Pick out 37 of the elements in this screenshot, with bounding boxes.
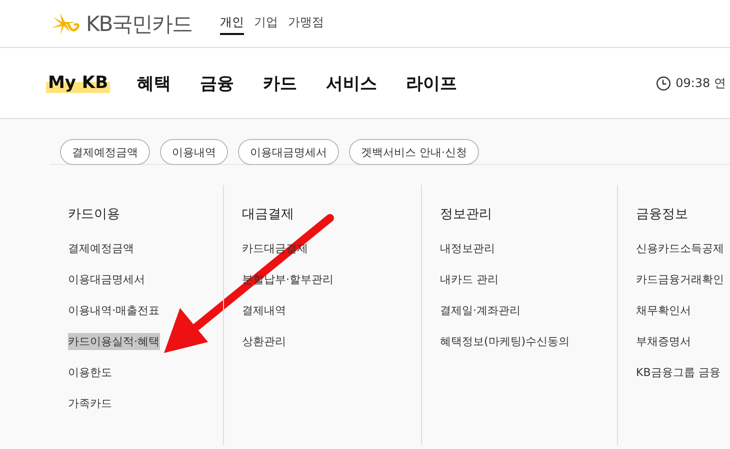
nav-item[interactable]: 혜택 — [135, 72, 174, 94]
menu-item[interactable]: 이용대금명세서 — [68, 271, 145, 288]
menu-item[interactable]: 결제내역 — [242, 302, 286, 319]
menu-item[interactable]: 혜택정보(마케팅)수신동의 — [440, 333, 570, 350]
quick-link-chip[interactable]: 이용대금명세서 — [238, 139, 339, 165]
nav-item[interactable]: 서비스 — [324, 72, 380, 94]
quick-link-chip[interactable]: 결제예정금액 — [60, 139, 150, 165]
audience-tab[interactable]: 가맹점 — [288, 12, 324, 35]
nav-item[interactable]: 라이프 — [404, 72, 460, 94]
menu-item[interactable]: 채무확인서 — [636, 302, 691, 319]
menu-column-title: 금융정보 — [636, 206, 688, 223]
quick-link-chip[interactable]: 겟백서비스 안내·신청 — [349, 139, 479, 165]
clock-icon — [656, 76, 671, 90]
menu-item[interactable]: 신용카드소득공제 — [636, 240, 724, 257]
menu-item[interactable]: 가족카드 — [68, 395, 112, 412]
menu-item[interactable]: 내카드 관리 — [440, 271, 498, 288]
menu-column-title: 카드이용 — [68, 206, 120, 223]
nav-item[interactable]: 금융 — [198, 72, 236, 94]
quick-link-chip[interactable]: 이용내역 — [160, 139, 228, 165]
menu-item[interactable]: 이용한도 — [68, 364, 112, 381]
menu-item[interactable]: 이용내역·매출전표 — [68, 302, 160, 319]
clock-time: 09:38 연 — [676, 74, 726, 92]
menu-item[interactable]: 부채증명서 — [636, 333, 691, 350]
menu-item[interactable]: 결제일·계좌관리 — [440, 302, 520, 319]
menu-column-title: 대금결제 — [242, 206, 294, 223]
menu-item[interactable]: KB금융그룹 금융 — [636, 364, 720, 381]
menu-item[interactable]: 카드금융거래확인 — [636, 271, 724, 288]
audience-tab[interactable]: 기업 — [254, 12, 278, 35]
menu-item[interactable]: 상환관리 — [242, 333, 286, 350]
audience-tab[interactable]: 개인 — [220, 12, 244, 35]
logo-icon — [50, 10, 80, 36]
menu-item[interactable]: 내정보관리 — [440, 240, 495, 257]
menu-column-title: 정보관리 — [440, 206, 492, 223]
menu-item[interactable]: 결제예정금액 — [68, 240, 134, 257]
nav-item[interactable]: 카드 — [261, 72, 300, 94]
logo-text: KB국민카드 — [86, 10, 192, 38]
menu-item[interactable]: 카드이용실적·혜택 — [68, 333, 160, 350]
